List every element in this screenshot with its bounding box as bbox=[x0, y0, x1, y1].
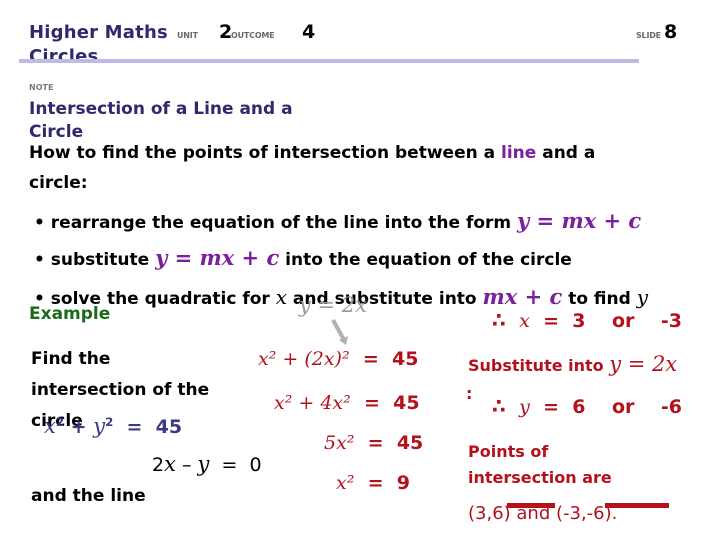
substitution-arrow-icon bbox=[331, 319, 348, 345]
working-3-lhs: 5x² bbox=[324, 432, 355, 454]
x-result-equals: = bbox=[543, 310, 560, 332]
working-2-equals: = bbox=[364, 392, 380, 414]
working-1-rhs: 45 bbox=[391, 348, 419, 370]
working-1-lhs: x² + (2x)² bbox=[258, 348, 350, 370]
y-result: ∴ y = 6 or -6 bbox=[492, 394, 682, 418]
points-line-2: intersection are bbox=[468, 468, 612, 487]
y-result-value-2: -6 bbox=[660, 396, 682, 418]
section-title-cont: Circle bbox=[29, 122, 84, 142]
intro-before: How to find the points of intersection b… bbox=[29, 143, 502, 163]
working-4-equals: = bbox=[367, 472, 384, 494]
intro-highlight-line: line bbox=[501, 143, 537, 163]
outcome-label: OUTCOME bbox=[231, 31, 275, 40]
rearranged-line-eq: y = 2x bbox=[299, 293, 368, 317]
x-result-value-1: 3 bbox=[572, 310, 586, 332]
step-1-math: y = mx + c bbox=[517, 208, 642, 233]
circle-eq-y: y bbox=[93, 414, 106, 438]
intro-after: and a bbox=[536, 143, 596, 163]
y-result-var: y bbox=[519, 396, 530, 418]
substitute-text: Substitute into bbox=[468, 356, 604, 375]
working-step-1: x² + (2x)² = 45 bbox=[258, 348, 418, 370]
line-eq-minus: – bbox=[181, 454, 192, 476]
slide-label: SLIDE bbox=[636, 31, 661, 40]
step-2: • substitute y = mx + c into the equatio… bbox=[34, 245, 572, 270]
working-step-4: x² = 9 bbox=[336, 472, 410, 494]
problem-line-4: and the line bbox=[31, 486, 146, 506]
step-2-text-after: into the equation of the circle bbox=[285, 250, 572, 270]
substitute-label: Substitute into y = 2x bbox=[468, 352, 677, 376]
unit-label: UNIT bbox=[177, 31, 198, 40]
line-equation: 2x – y = 0 bbox=[152, 452, 262, 476]
x-result-var: x bbox=[519, 310, 530, 332]
section-title: Intersection of a Line and a bbox=[29, 99, 293, 119]
circle-eq-rhs: 45 bbox=[155, 416, 183, 438]
working-2-rhs: 45 bbox=[393, 392, 420, 414]
circle-equation: x2 + y2 = 45 bbox=[44, 414, 182, 438]
intro-text: How to find the points of intersection b… bbox=[29, 143, 595, 163]
therefore-icon: ∴ bbox=[492, 308, 506, 332]
working-3-equals: = bbox=[367, 432, 384, 454]
y-result-equals: = bbox=[543, 396, 560, 418]
working-4-lhs: x² bbox=[336, 472, 355, 494]
course-title: Higher Maths bbox=[29, 22, 168, 43]
working-2-lhs: x² + 4x² bbox=[274, 392, 351, 414]
note-label: NOTE bbox=[29, 83, 54, 92]
line-eq-coef: 2 bbox=[152, 454, 165, 476]
circle-eq-exp-x: 2 bbox=[55, 414, 65, 429]
example-label: Example bbox=[29, 304, 111, 324]
bullet: • bbox=[34, 250, 45, 270]
step-3-math: mx + c bbox=[482, 284, 563, 309]
step-3-text-after: to find bbox=[568, 289, 637, 309]
slide-number: 8 bbox=[664, 21, 678, 43]
circle-eq-equals: = bbox=[126, 416, 143, 438]
header-divider bbox=[19, 59, 339, 63]
outcome-value: 4 bbox=[302, 21, 316, 43]
y-result-value-1: 6 bbox=[572, 396, 586, 418]
working-step-2: x² + 4x² = 45 bbox=[274, 392, 420, 414]
circle-eq-x: x bbox=[44, 414, 56, 438]
step-2-math: y = mx + c bbox=[155, 245, 280, 270]
intro-text-cont: circle: bbox=[29, 173, 88, 193]
header-divider-right bbox=[339, 59, 639, 63]
working-4-rhs: 9 bbox=[396, 472, 410, 494]
substitute-math: y = 2x bbox=[609, 352, 678, 376]
highlight-bar bbox=[605, 503, 669, 508]
x-result-or: or bbox=[611, 310, 635, 332]
problem-line-2: intersection of the bbox=[31, 380, 210, 400]
step-2-text: substitute bbox=[50, 250, 156, 270]
points-line-1: Points of bbox=[468, 442, 549, 461]
working-3-rhs: 45 bbox=[396, 432, 424, 454]
working-step-3: 5x² = 45 bbox=[324, 432, 423, 454]
x-result: ∴ x = 3 or -3 bbox=[492, 308, 682, 332]
bullet: • bbox=[34, 213, 45, 233]
line-eq-equals: = bbox=[221, 454, 238, 476]
substitute-colon: : bbox=[466, 384, 473, 403]
step-1: • rearrange the equation of the line int… bbox=[34, 208, 641, 233]
y-result-or: or bbox=[611, 396, 635, 418]
circle-eq-exp-y: 2 bbox=[105, 414, 114, 429]
line-eq-y: y bbox=[197, 452, 210, 476]
step-3-var-y: y bbox=[636, 285, 649, 309]
problem-line-1: Find the bbox=[31, 349, 111, 369]
step-3-var-x: x bbox=[275, 285, 288, 309]
line-eq-rhs: 0 bbox=[249, 454, 262, 476]
x-result-value-2: -3 bbox=[660, 310, 682, 332]
line-eq-x: x bbox=[164, 452, 176, 476]
working-1-equals: = bbox=[362, 348, 379, 370]
highlight-bar bbox=[507, 503, 555, 508]
step-1-text: rearrange the equation of the line into … bbox=[50, 213, 518, 233]
therefore-icon: ∴ bbox=[492, 394, 506, 418]
topic-title: Circles bbox=[29, 46, 99, 67]
circle-eq-plus: + bbox=[70, 416, 87, 438]
